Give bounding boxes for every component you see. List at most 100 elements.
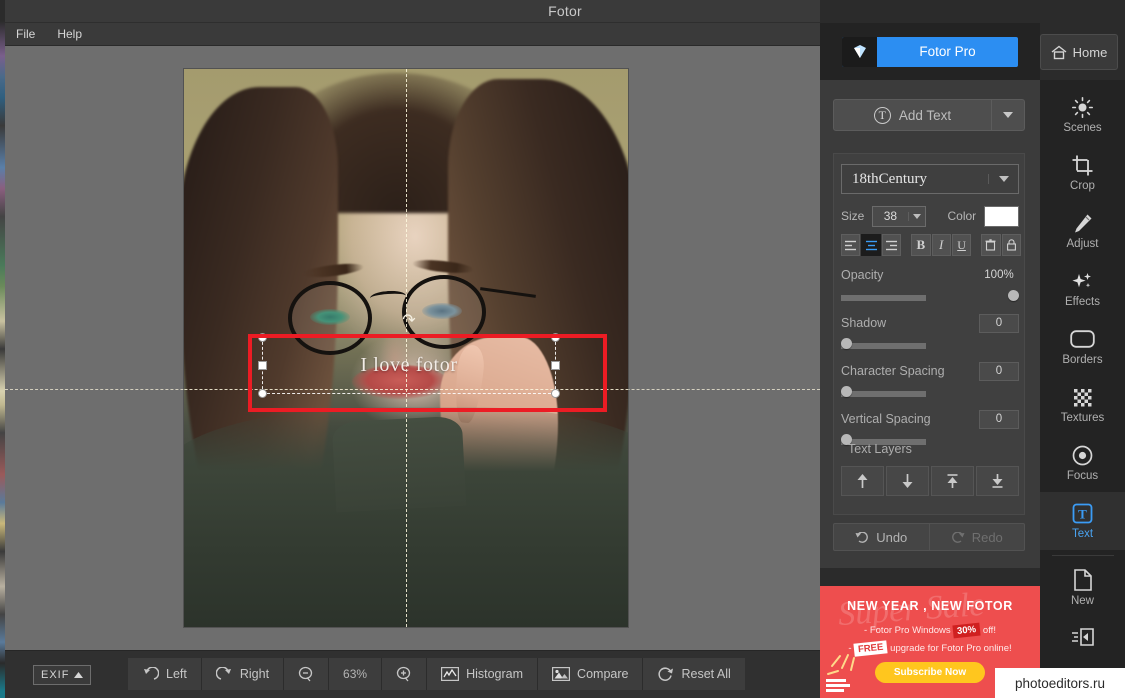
vertical-spacing-value[interactable]: 0 — [979, 409, 1019, 429]
shirt-collar — [331, 415, 467, 513]
character-spacing-slider[interactable] — [841, 386, 1019, 398]
zoom-in-button[interactable] — [382, 658, 428, 690]
move-layer-up-button[interactable] — [841, 466, 884, 496]
promo-line1-post: off! — [982, 625, 996, 636]
shadow-slider[interactable] — [841, 338, 1019, 350]
subscribe-now-button[interactable]: Subscribe Now — [875, 662, 985, 683]
italic-button[interactable]: I — [931, 234, 951, 256]
compare-button[interactable]: Compare — [538, 658, 644, 690]
tool-rail: Scenes Crop Adjust Effects Borders Textu… — [1040, 80, 1125, 698]
rotate-left-button[interactable]: Left — [128, 658, 202, 690]
send-to-back-button[interactable] — [976, 466, 1019, 496]
lock-text-button[interactable] — [1001, 234, 1021, 256]
add-text-button[interactable]: T Add Text — [834, 100, 992, 130]
sidebar-item-effects[interactable]: Effects — [1040, 260, 1125, 318]
canvas-text-content[interactable]: I love fotor — [262, 337, 556, 394]
handle-middle-right[interactable] — [551, 361, 560, 370]
vertical-spacing-row: Vertical Spacing 0 — [841, 408, 1019, 430]
bottom-button-group: Left Right 63% Histogram Compare Reset A… — [128, 658, 745, 690]
histogram-button[interactable]: Histogram — [427, 658, 539, 690]
sidebar-label-new: New — [1070, 595, 1094, 607]
fotor-pro-label: Fotor Pro — [919, 44, 976, 59]
handle-middle-left[interactable] — [258, 361, 267, 370]
zoom-level-display[interactable]: 63% — [329, 658, 383, 690]
reset-icon — [658, 667, 674, 681]
opacity-slider-knob[interactable] — [1008, 290, 1019, 301]
sidebar-item-text[interactable]: T Text — [1040, 492, 1125, 550]
exif-button[interactable]: EXIF — [33, 665, 92, 685]
opacity-value[interactable]: 100% — [979, 266, 1019, 285]
home-button[interactable]: Home — [1040, 34, 1118, 70]
handle-top-right[interactable] — [551, 333, 560, 342]
compare-icon — [552, 667, 571, 681]
align-right-icon — [885, 240, 897, 250]
align-left-button[interactable] — [841, 234, 861, 256]
bring-to-front-button[interactable] — [931, 466, 974, 496]
vertical-spacing-label: Vertical Spacing — [841, 412, 931, 426]
rotate-left-icon — [144, 666, 159, 680]
text-layers-label: Text Layers — [848, 442, 912, 456]
text-object-selection[interactable]: I love fotor ↷ — [258, 313, 560, 398]
arrow-up-icon — [857, 474, 868, 488]
zoom-out-button[interactable] — [284, 658, 330, 690]
sidebar-item-crop[interactable]: Crop — [1040, 144, 1125, 202]
rotate-right-button[interactable]: Right — [201, 658, 285, 690]
rail-divider — [1051, 555, 1114, 556]
opacity-row: Opacity 100% — [841, 264, 1019, 286]
align-left-icon — [845, 240, 857, 250]
promo-discount-tag: 30% — [952, 622, 981, 639]
pro-header: Fotor Pro — [820, 23, 1040, 80]
zoom-out-icon — [298, 666, 313, 682]
sidebar-item-textures[interactable]: Textures — [1040, 376, 1125, 434]
sidebar-item-new[interactable]: New — [1040, 559, 1125, 617]
arrow-up-to-line-icon — [947, 474, 958, 488]
export-button[interactable] — [1040, 617, 1125, 657]
redo-icon — [951, 531, 965, 543]
menu-file[interactable]: File — [5, 25, 46, 43]
chevron-down-icon — [1003, 112, 1013, 118]
fotor-pro-button[interactable]: Fotor Pro — [842, 36, 1018, 67]
bold-button[interactable]: B — [911, 234, 931, 256]
handle-bottom-right[interactable] — [551, 389, 560, 398]
align-center-button[interactable] — [861, 234, 881, 256]
undo-button[interactable]: Undo — [834, 524, 929, 550]
handle-top-left[interactable] — [258, 333, 267, 342]
sidebar-label-textures: Textures — [1060, 412, 1105, 424]
handle-bottom-left[interactable] — [258, 389, 267, 398]
sun-icon — [1072, 96, 1093, 118]
reset-all-button[interactable]: Reset All — [643, 658, 745, 690]
site-watermark: photoeditors.ru — [995, 668, 1125, 698]
shadow-value[interactable]: 0 — [979, 313, 1019, 333]
trash-icon — [985, 239, 996, 251]
align-right-button[interactable] — [881, 234, 902, 256]
menu-help[interactable]: Help — [46, 25, 93, 43]
character-spacing-slider-knob[interactable] — [841, 386, 852, 397]
delete-text-button[interactable] — [981, 234, 1001, 256]
color-label: Color — [947, 209, 977, 223]
font-size-input[interactable]: 38 — [872, 205, 926, 227]
shadow-slider-knob[interactable] — [841, 338, 852, 349]
size-dropdown-caret-icon[interactable] — [907, 211, 925, 221]
sidebar-item-focus[interactable]: Focus — [1040, 434, 1125, 492]
sidebar-item-scenes[interactable]: Scenes — [1040, 86, 1125, 144]
text-color-swatch[interactable] — [984, 205, 1019, 227]
opacity-slider[interactable] — [841, 290, 1019, 302]
rotate-right-label: Right — [239, 667, 270, 681]
chevron-down-icon — [912, 213, 921, 219]
sidebar-item-borders[interactable]: Borders — [1040, 318, 1125, 376]
underline-button[interactable]: U — [951, 234, 972, 256]
canvas-area[interactable]: I love fotor ↷ — [5, 46, 820, 650]
layer-order-buttons — [841, 466, 1019, 496]
sidebar-item-adjust[interactable]: Adjust — [1040, 202, 1125, 260]
move-layer-down-button[interactable] — [886, 466, 929, 496]
svg-text:T: T — [1078, 506, 1087, 521]
rotate-handle-icon[interactable]: ↷ — [401, 313, 417, 329]
home-icon — [1051, 45, 1067, 59]
character-spacing-value[interactable]: 0 — [979, 361, 1019, 381]
shadow-slider-rail — [841, 343, 926, 349]
font-family-select[interactable]: 18thCentury — [841, 164, 1019, 194]
underline-icon: U — [957, 237, 966, 252]
redo-button[interactable]: Redo — [928, 524, 1025, 550]
font-dropdown-caret-icon[interactable] — [988, 174, 1018, 184]
add-text-dropdown-button[interactable] — [992, 100, 1024, 130]
